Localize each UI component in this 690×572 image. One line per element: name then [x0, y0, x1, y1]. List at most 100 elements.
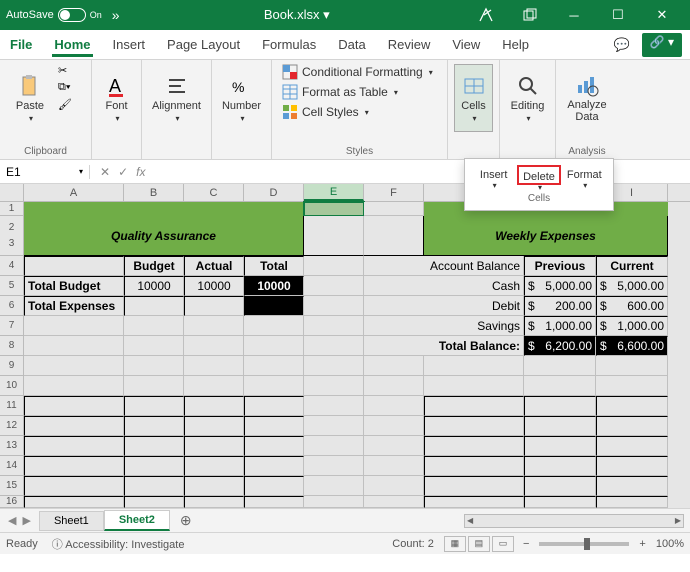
view-pagelayout-icon[interactable]: ▤: [468, 536, 490, 552]
group-styles-label: Styles: [278, 144, 441, 157]
share-button[interactable]: 🔗 ▾: [642, 33, 682, 57]
view-normal-icon[interactable]: ▦: [444, 536, 466, 552]
window-mode-icon[interactable]: [508, 0, 552, 30]
cell-styles-button[interactable]: Cell Styles▾: [282, 104, 369, 120]
col-f[interactable]: F: [364, 184, 424, 201]
tab-home[interactable]: Home: [52, 33, 92, 57]
grid-row: 15: [0, 476, 690, 496]
insert-cells-button[interactable]: Insert▾: [472, 165, 516, 185]
font-label: Font: [105, 100, 127, 112]
grid-row: 4 Budget Actual Total Account Balance Pr…: [0, 256, 690, 276]
conditional-formatting-button[interactable]: Conditional Formatting▾: [282, 64, 433, 80]
col-c[interactable]: C: [184, 184, 244, 201]
tab-data[interactable]: Data: [336, 33, 367, 56]
autosave-toggle[interactable]: AutoSave On: [6, 8, 102, 22]
svg-text:A: A: [109, 76, 121, 96]
fx-icon[interactable]: fx: [136, 165, 145, 179]
grid-row: 23 Quality Assurance Weekly Expenses: [0, 216, 690, 256]
number-label: Number: [222, 100, 261, 112]
paste-label: Paste: [16, 100, 44, 112]
tab-view[interactable]: View: [450, 33, 482, 56]
status-bar: Ready ⓘ Accessibility: Investigate Count…: [0, 532, 690, 554]
zoom-level[interactable]: 100%: [656, 538, 684, 550]
tab-formulas[interactable]: Formulas: [260, 33, 318, 56]
view-pagebreak-icon[interactable]: ▭: [492, 536, 514, 552]
autosave-label: AutoSave: [6, 9, 54, 21]
name-box[interactable]: E1▾: [0, 165, 90, 179]
sheet-nav-prev-icon[interactable]: ◀: [8, 514, 16, 527]
analyze-data-button[interactable]: Analyze Data: [562, 64, 612, 132]
tab-file[interactable]: File: [8, 33, 34, 56]
analyze-label: Analyze Data: [562, 99, 612, 123]
accessibility-icon: ⓘ: [52, 539, 63, 551]
qa-title[interactable]: Quality Assurance: [24, 216, 304, 256]
grid-row: 8 Total Balance: $6,200.00 $6,600.00: [0, 336, 690, 356]
tab-help[interactable]: Help: [500, 33, 531, 56]
grid-row: 5 Total Budget 10000 10000 10000 Cash $5…: [0, 276, 690, 296]
sheet-tab-2[interactable]: Sheet2: [104, 510, 170, 531]
editing-label: Editing: [511, 100, 545, 112]
accessibility-button[interactable]: ⓘ Accessibility: Investigate: [52, 536, 185, 552]
close-icon[interactable]: ✕: [640, 0, 684, 30]
sheet-tabs: ◀ ▶ Sheet1 Sheet2 ⊕: [0, 508, 690, 532]
ribbon-options-icon[interactable]: [464, 0, 508, 30]
comments-icon[interactable]: 💬: [612, 33, 632, 57]
grid-row: 16: [0, 496, 690, 508]
format-as-table-button[interactable]: Format as Table▾: [282, 84, 398, 100]
select-all-corner[interactable]: [0, 184, 24, 201]
grid-row: 11: [0, 396, 690, 416]
titlebar: AutoSave On » Book.xlsx ▾ ─ ☐ ✕: [0, 0, 690, 30]
svg-text:%: %: [232, 79, 244, 95]
grid-row: 14: [0, 456, 690, 476]
zoom-slider[interactable]: [539, 542, 629, 546]
autosave-state: On: [90, 10, 102, 20]
tab-pagelayout[interactable]: Page Layout: [165, 33, 242, 56]
spreadsheet-grid[interactable]: A B C D E F G H I 1 23 Quality Assurance…: [0, 184, 690, 508]
ribbon-tabs: File Home Insert Page Layout Formulas Da…: [0, 30, 690, 60]
enter-formula-icon[interactable]: ✓: [118, 165, 128, 179]
format-cells-button[interactable]: Format▾: [562, 165, 606, 185]
cut-icon[interactable]: ✂: [58, 64, 72, 77]
copy-icon[interactable]: ⧉▾: [58, 81, 72, 94]
grid-row: 10: [0, 376, 690, 396]
status-ready: Ready: [6, 538, 38, 550]
maximize-icon[interactable]: ☐: [596, 0, 640, 30]
alignment-button[interactable]: Alignment▾: [148, 64, 205, 132]
delete-cells-button[interactable]: Delete▾: [517, 165, 561, 185]
tab-review[interactable]: Review: [386, 33, 433, 56]
ribbon: Paste ▾ ✂ ⧉▾ 🖌 Clipboard A Font▾ Alignme…: [0, 60, 690, 160]
horizontal-scrollbar[interactable]: [202, 514, 690, 528]
grid-row: 9: [0, 356, 690, 376]
group-clipboard-label: Clipboard: [6, 144, 85, 157]
qat-overflow-icon[interactable]: »: [112, 7, 120, 23]
we-title[interactable]: Weekly Expenses: [424, 216, 668, 256]
col-b[interactable]: B: [124, 184, 184, 201]
sheet-nav-next-icon[interactable]: ▶: [22, 514, 30, 527]
col-a[interactable]: A: [24, 184, 124, 201]
status-count: Count: 2: [392, 538, 434, 550]
col-d[interactable]: D: [244, 184, 304, 201]
minimize-icon[interactable]: ─: [552, 0, 596, 30]
grid-row: 13: [0, 436, 690, 456]
number-button[interactable]: % Number▾: [218, 64, 265, 132]
col-e[interactable]: E: [304, 184, 364, 201]
group-analysis-label: Analysis: [562, 144, 612, 157]
format-painter-icon[interactable]: 🖌: [58, 98, 72, 111]
cells-label: Cells: [461, 100, 485, 112]
tab-insert[interactable]: Insert: [111, 33, 148, 56]
chevron-down-icon: ▾: [29, 114, 33, 123]
cells-popup-label: Cells: [471, 193, 607, 204]
document-name[interactable]: Book.xlsx ▾: [130, 7, 464, 23]
grid-row: 6 Total Expenses Debit $200.00 $600.00: [0, 296, 690, 316]
sheet-tab-1[interactable]: Sheet1: [39, 511, 104, 531]
alignment-label: Alignment: [152, 100, 201, 112]
add-sheet-button[interactable]: ⊕: [170, 512, 202, 529]
paste-button[interactable]: Paste ▾: [6, 64, 54, 132]
cells-button[interactable]: Cells▾: [454, 64, 493, 132]
font-button[interactable]: A Font▾: [98, 64, 135, 132]
zoom-in-button[interactable]: +: [639, 538, 645, 550]
cancel-formula-icon[interactable]: ✕: [100, 165, 110, 179]
cells-dropdown-popup: Insert▾ Delete▾ Format▾ Cells: [464, 158, 614, 211]
zoom-out-button[interactable]: −: [523, 538, 529, 550]
editing-button[interactable]: Editing▾: [506, 64, 549, 132]
